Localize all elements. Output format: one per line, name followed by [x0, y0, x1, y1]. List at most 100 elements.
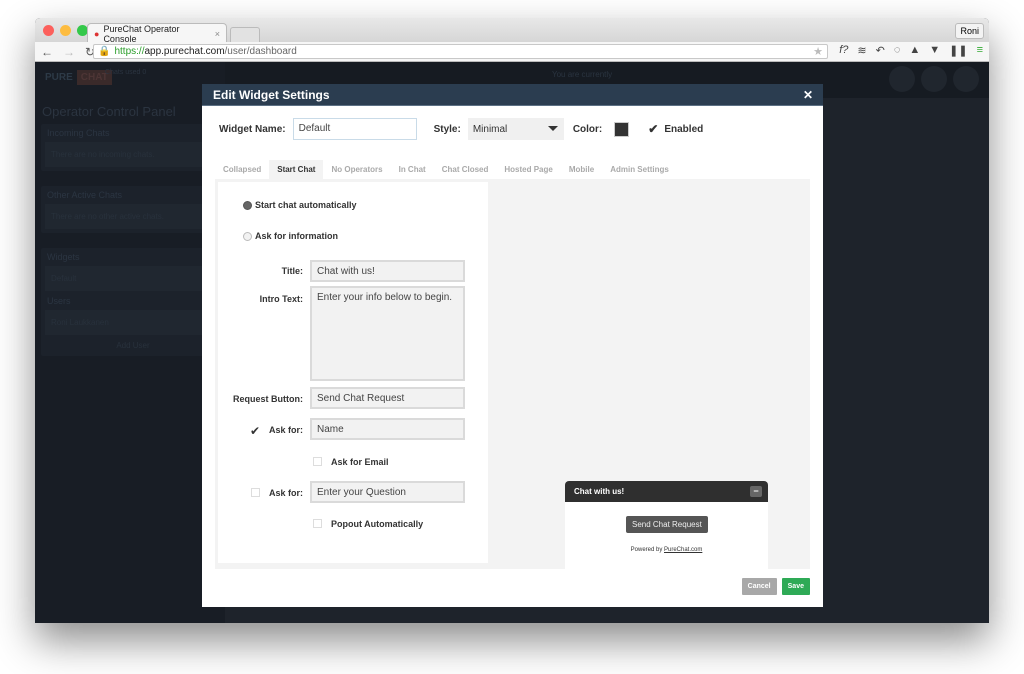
widget-preview: Chat with us! − Send Chat Request Powere… [565, 481, 768, 569]
add-user-label: Add User [116, 341, 150, 350]
widget-name-input[interactable]: Default [292, 118, 417, 140]
panel-body: There are no incoming chats. [45, 142, 221, 167]
title-input[interactable]: Chat with us! [310, 260, 465, 282]
preview-send-button[interactable]: Send Chat Request [626, 516, 708, 533]
intro-text-textarea[interactable]: Enter your info below to begin. [310, 286, 465, 381]
chevron-down-icon [547, 126, 558, 131]
user-item[interactable]: Roni Laukkanen [45, 310, 221, 335]
tab-chat-closed[interactable]: Chat Closed [434, 160, 497, 179]
chats-used-value: 0 [142, 69, 147, 76]
modal-title: Edit Widget Settings [213, 87, 330, 102]
widget-name-label: Widget Name: [219, 123, 286, 135]
forward-arrow-icon[interactable]: → [63, 45, 75, 59]
radio-start-automatically[interactable]: Start chat automatically [243, 200, 357, 210]
tab-hosted-page[interactable]: Hosted Page [496, 160, 560, 179]
preview-title: Chat with us! [574, 487, 625, 496]
enabled-label: Enabled [664, 123, 704, 135]
radio-label: Start chat automatically [255, 200, 357, 210]
purechat-logo: PURE CHAT [41, 70, 112, 85]
tab-mobile[interactable]: Mobile [561, 160, 602, 179]
chat-avatar-icon[interactable] [889, 66, 915, 92]
tab-start-chat[interactable]: Start Chat [269, 160, 324, 179]
panel-header: Users [47, 296, 71, 306]
panel-title: Operator Control Panel [42, 104, 176, 119]
browser-toolbar: ← → ↻ 🔒 https://app.purechat.com/user/da… [35, 42, 989, 62]
radio-label: Ask for information [255, 231, 339, 241]
ask-name-label: Ask for: [268, 425, 303, 435]
font-ext-icon[interactable]: f? [839, 44, 848, 57]
add-user-button[interactable]: Add User [41, 336, 225, 356]
pocket-ext-icon[interactable]: ▼ [929, 44, 940, 57]
address-bar[interactable]: 🔒 https://app.purechat.com/user/dashboar… [93, 44, 828, 59]
close-window-button[interactable] [43, 25, 54, 36]
tab-title: PureChat Operator Console [103, 23, 180, 44]
sidebar: PURE CHAT Chats used 0 Operator Control … [35, 62, 225, 623]
close-tab-icon[interactable]: × [215, 29, 220, 39]
powered-prefix: Powered by [630, 547, 664, 553]
purechat-favicon-icon: ● [94, 28, 100, 39]
powered-by: Powered by PureChat.com [565, 547, 768, 553]
preview-header: Chat with us! − [565, 481, 768, 502]
ask-name-input[interactable]: Name [310, 418, 465, 440]
close-icon[interactable]: ✕ [803, 88, 813, 102]
color-swatch[interactable] [614, 121, 630, 137]
tab-collapsed[interactable]: Collapsed [215, 160, 269, 179]
save-button[interactable]: Save [781, 578, 810, 595]
purechat-link[interactable]: PureChat.com [664, 547, 702, 553]
minimize-icon[interactable]: − [750, 486, 762, 497]
radio-ask-information[interactable]: Ask for information [243, 231, 338, 241]
chats-used-label: Chats used [105, 69, 141, 76]
tab-in-chat[interactable]: In Chat [391, 160, 434, 179]
style-select[interactable]: Minimal [467, 118, 564, 140]
search-ext-icon[interactable]: ◌ [894, 44, 901, 57]
ask-email-checkbox[interactable] [313, 457, 322, 466]
settings-wrench-icon[interactable] [921, 66, 947, 92]
ask-question-label: Ask for: [268, 488, 303, 498]
ask-name-checkbox[interactable]: ✔ [250, 424, 260, 438]
request-button-input[interactable]: Send Chat Request [310, 387, 465, 409]
style-value: Minimal [472, 123, 508, 135]
bookmark-star-icon[interactable]: ★ [813, 45, 823, 58]
url-host: app.purechat.com [144, 46, 225, 57]
stamp-ext-icon[interactable]: ▲ [909, 44, 920, 57]
enabled-checkbox[interactable]: ✔ [648, 122, 658, 136]
ask-question-input[interactable]: Enter your Question [310, 481, 465, 503]
popout-label: Popout Automatically [331, 519, 424, 529]
undo-ext-icon[interactable]: ↶ [876, 44, 885, 57]
widget-item[interactable]: Default [45, 266, 221, 291]
modal-header: Edit Widget Settings ✕ [202, 84, 823, 106]
lock-icon: 🔒 [98, 46, 111, 57]
panel-header: Widgets [47, 252, 80, 262]
incoming-chats-panel: Incoming Chats There are no incoming cha… [41, 124, 225, 171]
back-arrow-icon[interactable]: ← [41, 45, 53, 59]
pause-ext-icon[interactable]: ❚❚ [949, 44, 967, 57]
active-chats-panel: Other Active Chats There are no other ac… [41, 186, 225, 233]
menu-icon[interactable]: ≡ [977, 44, 983, 57]
tab-content: Start chat automatically Ask for informa… [215, 179, 810, 569]
panel-header: Incoming Chats [47, 128, 110, 138]
tab-no-operators[interactable]: No Operators [323, 160, 390, 179]
popout-checkbox[interactable] [313, 519, 322, 528]
intro-text-label: Intro Text: [259, 294, 303, 304]
users-panel: Users Roni Laukkanen [41, 292, 225, 339]
tab-admin-settings[interactable]: Admin Settings [602, 160, 677, 179]
layers-ext-icon[interactable]: ≋ [857, 44, 866, 57]
widgets-panel: Widgets Default [41, 248, 225, 295]
user-avatar[interactable] [953, 66, 979, 92]
panel-header: Other Active Chats [47, 190, 123, 200]
radio-unselected[interactable] [243, 231, 252, 241]
cancel-button[interactable]: Cancel [741, 578, 777, 595]
new-tab-button[interactable] [230, 27, 260, 42]
logo-pure: PURE [45, 72, 73, 83]
ask-question-checkbox[interactable] [251, 488, 260, 497]
panel-body: There are no other active chats. [45, 204, 221, 229]
color-label: Color: [572, 123, 603, 135]
radio-selected[interactable] [243, 200, 252, 210]
minimize-window-button[interactable] [60, 25, 71, 36]
title-label: Title: [281, 266, 303, 276]
profile-button[interactable]: Roni [955, 23, 984, 39]
browser-tab[interactable]: ● PureChat Operator Console × [87, 23, 227, 44]
edit-widget-modal: Edit Widget Settings ✕ Widget Name: Defa… [202, 84, 823, 607]
style-label: Style: [433, 123, 461, 135]
ask-email-label: Ask for Email [331, 457, 389, 467]
